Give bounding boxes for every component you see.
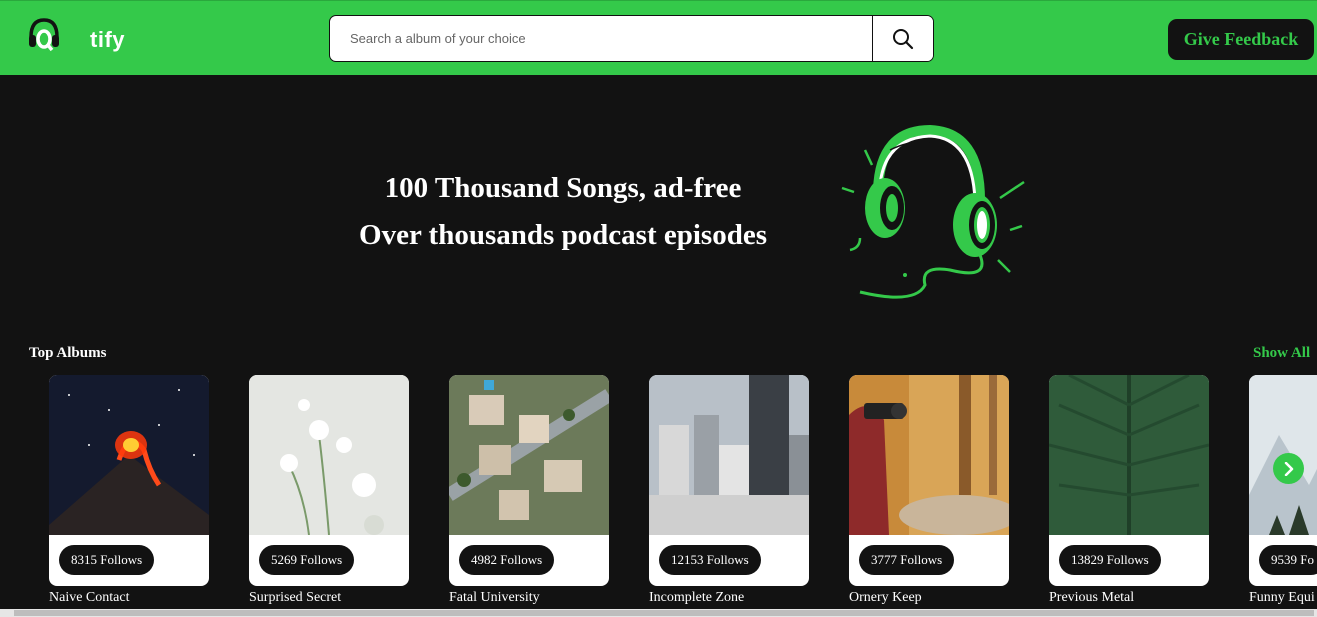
- album-cover: [649, 375, 809, 535]
- navbar: tify Give Feedback: [0, 0, 1317, 75]
- search-icon: [893, 28, 914, 49]
- album-name: Ornery Keep: [849, 590, 922, 605]
- album-card[interactable]: 9539 Fo Funny Equi: [1249, 375, 1317, 606]
- follows-badge: 13829 Follows: [1059, 545, 1161, 575]
- logo[interactable]: tify: [28, 17, 125, 57]
- scrollbar-thumb[interactable]: [14, 610, 1314, 616]
- album-card[interactable]: 4982 Follows Fatal University: [449, 375, 609, 606]
- follows-badge: 9539 Fo: [1259, 545, 1317, 575]
- give-feedback-button[interactable]: Give Feedback: [1168, 19, 1314, 60]
- chevron-right-icon: [1284, 461, 1293, 476]
- album-name: Surprised Secret: [249, 590, 342, 605]
- search-input[interactable]: [330, 16, 873, 61]
- carousel-next-button[interactable]: [1273, 453, 1304, 484]
- show-all-link[interactable]: Show All: [1253, 345, 1310, 362]
- album-cover: [849, 375, 1009, 535]
- album-card[interactable]: 8315 Follows Naive Contact: [49, 375, 209, 606]
- albums-carousel: 8315 Follows Naive Contact 5269 Follows …: [0, 375, 1317, 610]
- album-cover: [1049, 375, 1209, 535]
- album-cover: [249, 375, 409, 535]
- section-title: Top Albums: [29, 345, 107, 361]
- follows-badge: 4982 Follows: [459, 545, 555, 575]
- hero-headline: 100 Thousand Songs, ad-free Over thousan…: [300, 165, 826, 259]
- album-name: Fatal University: [449, 590, 540, 605]
- album-card[interactable]: 13829 Follows Previous Metal: [1049, 375, 1209, 606]
- follows-badge: 3777 Follows: [859, 545, 955, 575]
- logo-text: tify: [90, 27, 125, 52]
- hero-line-1: 100 Thousand Songs, ad-free: [384, 172, 742, 204]
- album-name: Funny Equi: [1249, 590, 1315, 605]
- album-card[interactable]: 5269 Follows Surprised Secret: [249, 375, 409, 606]
- headphones-illustration: [841, 124, 1025, 299]
- album-card[interactable]: 12153 Follows Incomplete Zone: [649, 375, 809, 606]
- follows-badge: 12153 Follows: [659, 545, 761, 575]
- album-cover: [449, 375, 609, 535]
- follows-badge: 5269 Follows: [259, 545, 355, 575]
- album-cover: [49, 375, 209, 535]
- horizontal-scrollbar[interactable]: [0, 609, 1317, 617]
- headphones-logo-icon: [29, 18, 59, 52]
- search-button[interactable]: [872, 16, 933, 61]
- follows-badge: 8315 Follows: [59, 545, 155, 575]
- album-name: Previous Metal: [1049, 590, 1135, 605]
- hero-line-2: Over thousands podcast episodes: [359, 219, 767, 251]
- search-bar: [329, 15, 934, 62]
- album-name: Naive Contact: [49, 590, 130, 605]
- album-card[interactable]: 3777 Follows Ornery Keep: [849, 375, 1009, 606]
- album-name: Incomplete Zone: [649, 590, 745, 605]
